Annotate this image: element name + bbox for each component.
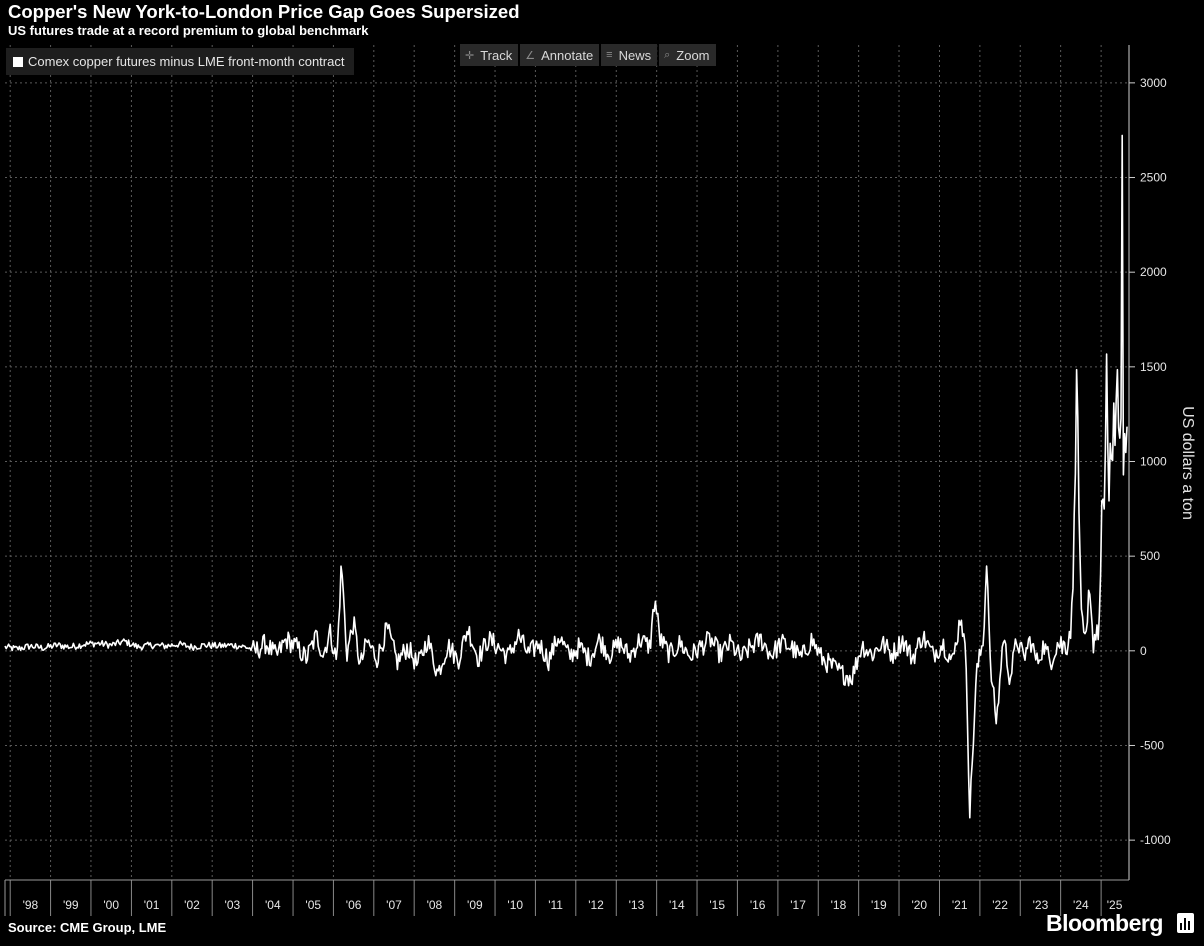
chart-grid <box>5 45 1129 880</box>
x-tick-label: '99 <box>63 898 79 912</box>
list-icon: ≡ <box>606 49 613 61</box>
x-tick-label: '98 <box>23 898 39 912</box>
source-note: Source: CME Group, LME <box>8 920 167 935</box>
x-tick-label: '01 <box>144 898 160 912</box>
chart-series <box>4 134 1128 819</box>
chart-axes: -1000 -500 0 500 1000 1500 2000 2500 3000 '98 '99 '… <box>4 45 1171 916</box>
x-tick-label: '22 <box>992 898 1008 912</box>
x-tick-label: '17 <box>790 898 806 912</box>
x-tick-label: '13 <box>629 898 645 912</box>
news-button[interactable]: ≡ News <box>601 44 658 66</box>
news-button-label: News <box>618 47 652 63</box>
x-tick-label: '21 <box>952 898 968 912</box>
legend-swatch <box>13 56 23 67</box>
x-tick-label: '04 <box>265 898 281 912</box>
chart-toolbar: ✛ Track ∠ Annotate ≡ News ⌕ Zoom <box>460 44 716 66</box>
chart-legend[interactable]: Comex copper futures minus LME front-mon… <box>6 48 355 75</box>
x-tick-label: '03 <box>225 898 241 912</box>
x-tick-label: '16 <box>750 898 766 912</box>
y-tick-label: 0 <box>1140 644 1147 658</box>
x-tick-label: '07 <box>386 898 402 912</box>
annotate-button[interactable]: ∠ Annotate <box>520 44 600 66</box>
track-button[interactable]: ✛ Track <box>460 44 519 66</box>
x-tick-label: '18 <box>831 898 847 912</box>
x-tick-label: '05 <box>305 898 321 912</box>
line-chart: -1000 -500 0 500 1000 1500 2000 2500 3000 '98 '99 '… <box>4 45 1196 916</box>
x-tick-label: '00 <box>103 898 119 912</box>
legend-label: Comex copper futures minus LME front-mon… <box>28 54 345 69</box>
y-tick-label: 500 <box>1140 549 1160 563</box>
bloomberg-chart-icon <box>1177 913 1194 933</box>
series-line <box>4 134 1128 819</box>
y-tick-label: -500 <box>1140 738 1164 752</box>
y-tick-label: 2500 <box>1140 171 1167 185</box>
track-button-label: Track <box>480 47 513 63</box>
crosshair-icon: ✛ <box>465 49 475 62</box>
x-tick-label: '09 <box>467 898 483 912</box>
zoom-button[interactable]: ⌕ Zoom <box>659 44 716 66</box>
y-tick-label: 1500 <box>1140 360 1167 374</box>
annotate-button-label: Annotate <box>541 47 594 63</box>
x-tick-label: '10 <box>507 898 523 912</box>
y-axis-label: US dollars a ton <box>1179 406 1196 520</box>
zoom-button-label: Zoom <box>676 47 710 63</box>
magnifier-icon: ⌕ <box>664 48 671 61</box>
x-tick-label: '11 <box>548 898 563 912</box>
x-tick-label: '20 <box>911 898 927 912</box>
x-tick-label: '08 <box>427 898 443 912</box>
pencil-icon: ∠ <box>525 49 536 62</box>
x-tick-label: '14 <box>669 898 685 912</box>
x-tick-label: '12 <box>588 898 604 912</box>
y-tick-label: 3000 <box>1140 76 1167 90</box>
y-tick-label: 2000 <box>1140 265 1167 279</box>
x-tick-label: '02 <box>184 898 200 912</box>
x-tick-label: '19 <box>871 898 887 912</box>
x-tick-label: '06 <box>346 898 362 912</box>
y-tick-label: 1000 <box>1140 455 1167 469</box>
bloomberg-logo: Bloomberg <box>1046 910 1163 936</box>
x-tick-label: '15 <box>709 898 725 912</box>
y-tick-label: -1000 <box>1140 833 1171 847</box>
